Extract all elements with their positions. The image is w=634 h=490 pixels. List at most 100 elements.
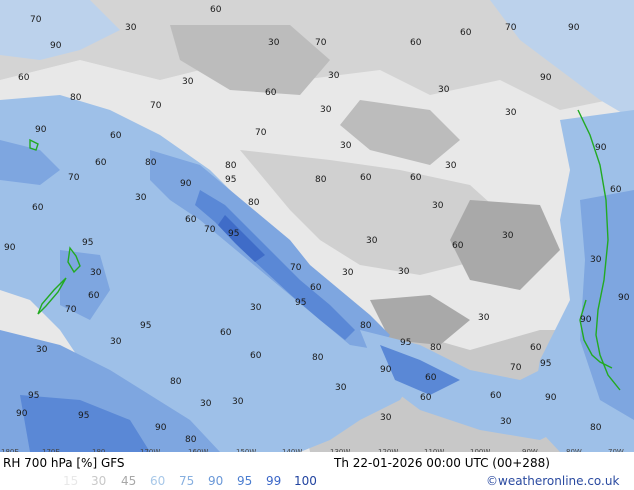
contour-label: 90: [540, 73, 552, 83]
legend-value: 99: [266, 474, 282, 488]
contour-label: 90: [618, 293, 630, 303]
contour-label: 95: [225, 175, 236, 185]
contour-label: 95: [28, 391, 39, 401]
contour-label: 90: [568, 23, 580, 33]
legend-value: 95: [237, 474, 253, 488]
legend-value: 15: [63, 474, 79, 488]
contour-label: 95: [140, 321, 151, 331]
contour-label: 80: [590, 423, 602, 433]
legend-value: 75: [179, 474, 195, 488]
contour-label: 30: [182, 77, 194, 87]
contour-label: 30: [125, 23, 137, 33]
contour-label: 95: [82, 238, 93, 248]
contour-label: 70: [65, 305, 77, 315]
contour-label: 90: [545, 393, 557, 403]
contour-label: 30: [250, 303, 262, 313]
contour-label: 80: [70, 93, 82, 103]
contour-label: 70: [255, 128, 267, 138]
contour-label: 80: [360, 321, 372, 331]
contour-label: 80: [248, 198, 260, 208]
contour-label: 30: [36, 345, 48, 355]
contour-label: 80: [225, 161, 237, 171]
contour-label: 60: [210, 5, 222, 15]
contour-label: 95: [295, 298, 306, 308]
valid-time: Th 22-01-2026 00:00 UTC (00+288): [334, 456, 550, 470]
contour-label: 60: [95, 158, 107, 168]
contour-label: 60: [490, 391, 502, 401]
legend-value: 100: [294, 474, 317, 488]
contour-label: 30: [502, 231, 514, 241]
contour-label: 90: [35, 125, 47, 135]
contour-label: 60: [410, 38, 422, 48]
contour-label: 80: [185, 435, 197, 445]
contour-label: 30: [432, 201, 444, 211]
contour-label: 95: [78, 411, 89, 421]
contour-label: 80: [170, 377, 182, 387]
contour-label: 70: [68, 173, 80, 183]
contour-label: 80: [145, 158, 157, 168]
contour-label: 30: [268, 38, 280, 48]
legend-value: 60: [150, 474, 166, 488]
contour-label: 60: [452, 241, 464, 251]
contour-label: 30: [340, 141, 352, 151]
contour-label: 30: [335, 383, 347, 393]
contour-label: 60: [185, 215, 197, 225]
contour-label: 30: [110, 337, 122, 347]
contour-label: 70: [150, 101, 162, 111]
product-title: RH 700 hPa [%] GFS: [3, 456, 125, 470]
humidity-map: 70 90 60 30 60 30 70 60 60 70 90 30 30 3…: [0, 0, 634, 452]
map-page: 70 90 60 30 60 30 70 60 60 70 90 30 30 3…: [0, 0, 634, 490]
contour-label: 30: [232, 397, 244, 407]
contour-label: 30: [438, 85, 450, 95]
contour-label: 90: [155, 423, 167, 433]
contour-label: 70: [204, 225, 216, 235]
contour-label: 60: [360, 173, 372, 183]
contour-label: 60: [88, 291, 100, 301]
contour-label: 80: [315, 175, 327, 185]
contour-label: 60: [250, 351, 262, 361]
contour-label: 30: [445, 161, 457, 171]
contour-label: 80: [430, 343, 442, 353]
contour-label: 95: [228, 229, 239, 239]
contour-label: 30: [328, 71, 340, 81]
contour-label: 95: [540, 359, 551, 369]
contour-label: 60: [310, 283, 322, 293]
contour-label: 60: [220, 328, 232, 338]
contour-label: 30: [366, 236, 378, 246]
contour-label: 60: [18, 73, 30, 83]
contour-label: 90: [16, 409, 28, 419]
contour-label: 70: [315, 38, 327, 48]
legend-value: 90: [208, 474, 224, 488]
legend-value: 45: [121, 474, 137, 488]
contour-label: 60: [610, 185, 622, 195]
contour-label: 60: [460, 28, 472, 38]
contour-label: 60: [32, 203, 44, 213]
contour-label: 60: [265, 88, 277, 98]
contour-label: 30: [135, 193, 147, 203]
contour-label: 90: [595, 143, 607, 153]
contour-label: 30: [380, 413, 392, 423]
site-credit: ©weatheronline.co.uk: [486, 474, 620, 488]
contour-label: 30: [505, 108, 517, 118]
contour-label: 80: [312, 353, 324, 363]
contour-label: 30: [590, 255, 602, 265]
contour-label: 90: [380, 365, 392, 375]
contour-label: 90: [180, 179, 192, 189]
contour-label: 60: [530, 343, 542, 353]
contour-label: 95: [400, 338, 411, 348]
contour-label: 30: [320, 105, 332, 115]
contour-label: 90: [50, 41, 62, 51]
contour-label: 70: [30, 15, 42, 25]
contour-label: 60: [110, 131, 122, 141]
contour-label: 60: [420, 393, 432, 403]
contour-label: 30: [500, 417, 512, 427]
contour-label: 30: [342, 268, 354, 278]
contour-label: 60: [410, 173, 422, 183]
contour-label: 30: [90, 268, 102, 278]
contour-label: 90: [580, 315, 592, 325]
contour-label: 70: [510, 363, 522, 373]
contour-label: 60: [425, 373, 437, 383]
contour-label: 90: [4, 243, 16, 253]
contour-label: 70: [505, 23, 517, 33]
contour-label: 70: [290, 263, 302, 273]
